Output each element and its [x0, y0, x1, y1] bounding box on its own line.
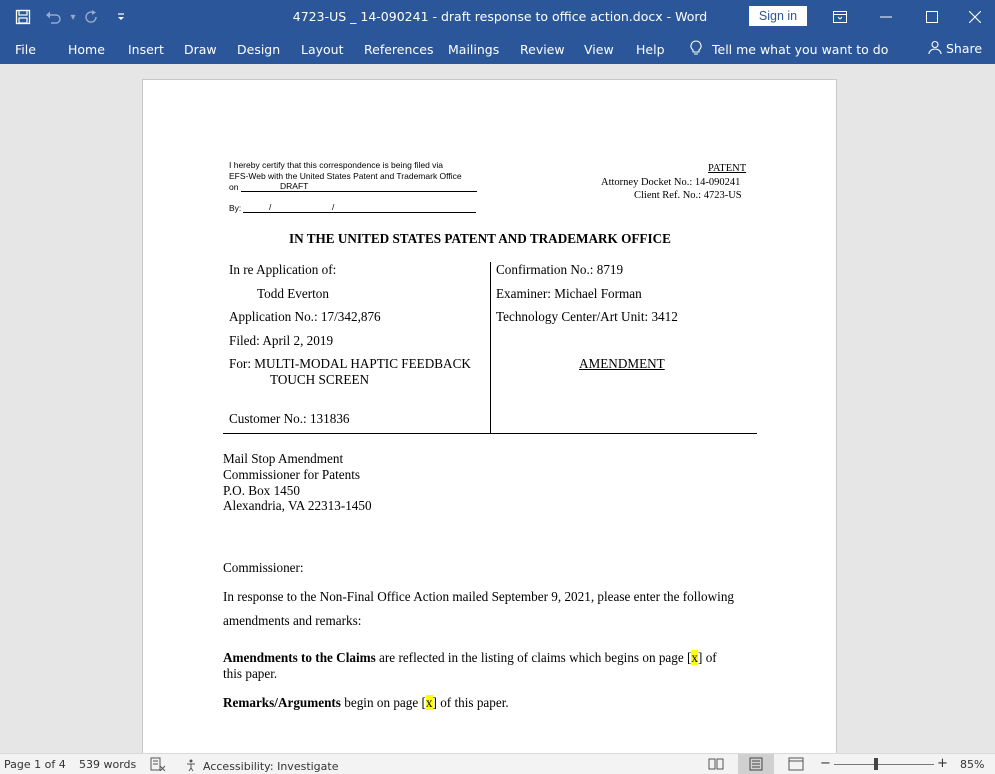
examiner-name: Examiner: Michael Forman [496, 286, 642, 301]
response-line-1: In response to the Non-Final Office Acti… [223, 589, 735, 604]
zoom-slider-thumb[interactable] [874, 758, 878, 770]
cert-slash-1: / [269, 202, 272, 212]
office-heading: IN THE UNITED STATES PATENT AND TRADEMAR… [289, 231, 671, 246]
application-number: Application No.: 17/342,876 [229, 309, 381, 324]
title-bar: ▾ 4723-US _ 14-090241 - draft response t… [0, 0, 995, 34]
cert-slash-2: / [332, 202, 335, 212]
cert-on: on [229, 182, 239, 192]
tab-draw[interactable]: Draw [184, 42, 217, 57]
save-icon[interactable] [14, 8, 32, 26]
accessibility-label: Accessibility: Investigate [203, 760, 339, 773]
address-line-1: Mail Stop Amendment [223, 451, 344, 466]
attorney-docket: Attorney Docket No.: 14-090241 [601, 177, 741, 188]
client-ref: Client Ref. No.: 4723-US [634, 190, 742, 201]
cert-on-line [241, 191, 477, 192]
claims-line-2: this paper. [223, 666, 278, 681]
tab-design[interactable]: Design [237, 42, 280, 57]
close-icon[interactable] [955, 0, 995, 34]
table-bottom-rule [223, 433, 757, 434]
maximize-icon[interactable] [909, 0, 955, 34]
undo-icon[interactable] [44, 8, 62, 26]
share-button[interactable]: Share [928, 40, 982, 57]
minimize-icon[interactable] [863, 0, 909, 34]
accessibility-checker[interactable]: Accessibility: Investigate [185, 758, 339, 774]
zoom-out-icon[interactable]: − [820, 756, 831, 771]
inventor-name: Todd Everton [257, 286, 329, 301]
patent-label: PATENT [708, 163, 747, 174]
address-line-4: Alexandria, VA 22313-1450 [223, 498, 372, 513]
document-page[interactable]: I hereby certify that this correspondenc… [142, 79, 837, 759]
redo-icon[interactable] [82, 8, 100, 26]
title-line-1: For: MULTI-MODAL HAPTIC FEEDBACK [229, 356, 471, 371]
claims-text: are reflected in the listing of claims w… [375, 650, 692, 665]
response-line-2: amendments and remarks: [223, 613, 362, 628]
ribbon-tabs: File Home Insert Draw Design Layout Refe… [0, 34, 995, 64]
remarks-text: begin on page [ [340, 695, 426, 710]
sign-in-button[interactable]: Sign in [749, 6, 807, 26]
zoom-in-icon[interactable]: + [937, 756, 948, 771]
tab-file[interactable]: File [15, 42, 36, 57]
print-layout-icon[interactable] [738, 754, 774, 774]
tab-help[interactable]: Help [636, 42, 665, 57]
tab-home[interactable]: Home [68, 42, 105, 57]
art-unit: Technology Center/Art Unit: 3412 [496, 309, 678, 324]
person-icon [928, 40, 942, 57]
amendment-label: AMENDMENT [579, 356, 665, 371]
salutation: Commissioner: [223, 560, 304, 575]
remarks-page-placeholder: x [425, 695, 433, 710]
customize-qat-icon[interactable] [112, 8, 130, 26]
tab-layout[interactable]: Layout [301, 42, 344, 57]
tab-view[interactable]: View [584, 42, 614, 57]
tab-references[interactable]: References [364, 42, 433, 57]
tab-review[interactable]: Review [520, 42, 565, 57]
web-layout-icon[interactable] [788, 757, 804, 774]
customer-number: Customer No.: 131836 [229, 411, 350, 426]
lightbulb-icon [690, 40, 702, 59]
claims-end: ] of [698, 650, 717, 665]
document-title: 4723-US _ 14-090241 - draft response to … [292, 9, 708, 24]
tab-insert[interactable]: Insert [128, 42, 164, 57]
claims-heading: Amendments to the Claims [223, 650, 376, 665]
page-count[interactable]: Page 1 of 4 [4, 758, 66, 771]
remarks-end: ] of this paper. [432, 695, 509, 710]
cert-line-2: EFS-Web with the United States Patent an… [229, 171, 462, 181]
read-mode-icon[interactable] [708, 757, 724, 774]
remarks-paragraph: Remarks/Arguments begin on page [x] of t… [223, 695, 509, 711]
word-count[interactable]: 539 words [79, 758, 136, 771]
cert-by-line [243, 212, 476, 213]
in-re-label: In re Application of: [229, 262, 337, 277]
tell-me-search[interactable]: Tell me what you want to do [690, 40, 888, 59]
zoom-slider-track[interactable] [834, 764, 934, 765]
remarks-heading: Remarks/Arguments [223, 695, 341, 710]
title-line-2: TOUCH SCREEN [270, 372, 370, 387]
cert-by: By: [229, 203, 242, 213]
tell-me-label: Tell me what you want to do [712, 42, 889, 57]
tab-mailings[interactable]: Mailings [448, 42, 499, 57]
undo-dropdown-icon[interactable]: ▾ [64, 8, 82, 26]
table-divider [490, 262, 491, 434]
ribbon-display-options-icon[interactable] [817, 0, 863, 34]
share-label: Share [946, 41, 983, 56]
accessibility-icon [185, 758, 199, 774]
filed-date: Filed: April 2, 2019 [229, 333, 334, 348]
cert-line-1: I hereby certify that this correspondenc… [229, 160, 444, 170]
zoom-level[interactable]: 85% [960, 758, 984, 771]
address-line-2: Commissioner for Patents [223, 467, 360, 482]
proofing-icon[interactable] [150, 757, 166, 774]
address-line-3: P.O. Box 1450 [223, 483, 300, 498]
confirmation-number: Confirmation No.: 8719 [496, 262, 624, 277]
claims-paragraph: Amendments to the Claims are reflected i… [223, 650, 717, 666]
status-bar: Page 1 of 4 539 words Accessibility: Inv… [0, 753, 995, 774]
